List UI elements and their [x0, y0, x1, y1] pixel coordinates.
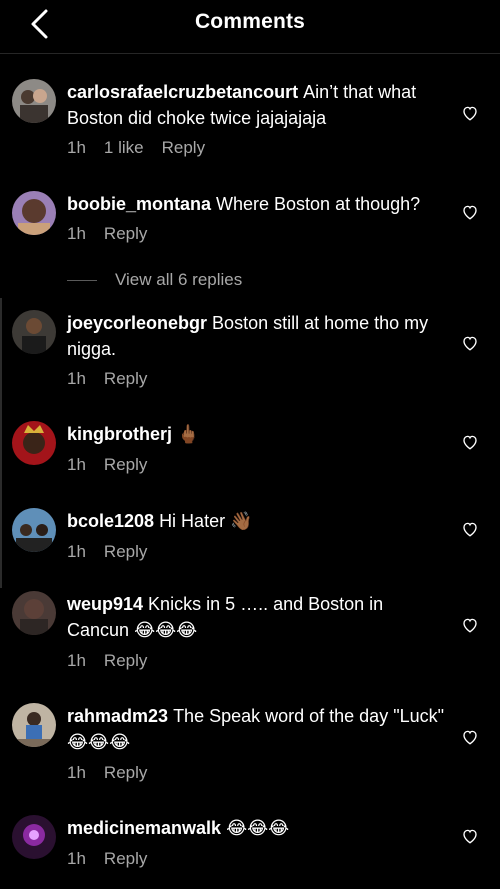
comment-time: 1h	[67, 849, 86, 868]
comment-username[interactable]: rahmadm23	[67, 706, 168, 726]
comment-time: 1h	[67, 542, 86, 561]
avatar[interactable]	[12, 310, 56, 354]
comment-text: The Speak word of the day "Luck"	[173, 706, 444, 726]
comment-username[interactable]: boobie_montana	[67, 194, 211, 214]
comment-body: weup914 Knicks in 5 ….. and Boston in Can…	[67, 591, 447, 672]
comment-body: bcole1208 Hi Hater 👋🏾 1h Reply	[67, 508, 447, 563]
heart-icon[interactable]	[461, 433, 479, 451]
comment-time: 1h	[67, 763, 86, 782]
heart-icon[interactable]	[461, 728, 479, 746]
comment-username[interactable]: weup914	[67, 594, 143, 614]
comment-time: 1h	[67, 651, 86, 670]
comment-body: medicinemanwalk 😂😂😂 1h Reply	[67, 815, 447, 870]
comment-username[interactable]: kingbrotherj	[67, 424, 172, 444]
comment-meta: 1h Reply	[67, 223, 447, 245]
reply-button[interactable]: Reply	[162, 137, 205, 159]
comment-likes[interactable]: 1 like	[104, 137, 144, 159]
comment-body: kingbrotherj 🖕🏾 1h Reply	[67, 421, 447, 476]
heart-icon[interactable]	[461, 616, 479, 634]
heart-icon[interactable]	[461, 104, 479, 122]
comment-body: rahmadm23 The Speak word of the day "Luck…	[67, 703, 447, 784]
comment-body: boobie_montana Where Boston at though? 1h…	[67, 191, 447, 245]
comment-item: kingbrotherj 🖕🏾 1h Reply	[0, 421, 500, 481]
comment-time: 1h	[67, 138, 86, 157]
reply-button[interactable]: Reply	[104, 454, 147, 476]
comment-username[interactable]: medicinemanwalk	[67, 818, 221, 838]
avatar[interactable]	[12, 508, 56, 552]
reply-button[interactable]: Reply	[104, 762, 147, 784]
comment-text: Where Boston at though?	[216, 194, 421, 214]
comment-item: joeycorleonebgr Boston still at home tho …	[0, 310, 500, 396]
comment-username[interactable]: joeycorleonebgr	[67, 313, 207, 333]
comment-emoji: 👋🏾	[230, 511, 253, 532]
comment-emoji: 😂😂😂	[134, 620, 198, 641]
comment-text: Hi Hater	[159, 511, 226, 531]
reply-button[interactable]: Reply	[104, 848, 147, 870]
avatar[interactable]	[12, 191, 56, 235]
page-title: Comments	[194, 10, 306, 33]
comment-item: medicinemanwalk 😂😂😂 1h Reply	[0, 815, 500, 875]
avatar[interactable]	[12, 591, 56, 635]
comment-username[interactable]: bcole1208	[67, 511, 154, 531]
heart-icon[interactable]	[461, 334, 479, 352]
comment-emoji: 😂😂😂	[67, 732, 131, 753]
comment-body: joeycorleonebgr Boston still at home tho …	[67, 310, 447, 390]
comment-item: bcole1208 Hi Hater 👋🏾 1h Reply	[0, 508, 500, 568]
comment-item: boobie_montana Where Boston at though? 1h…	[0, 191, 500, 251]
heart-icon[interactable]	[461, 520, 479, 538]
reply-button[interactable]: Reply	[104, 223, 147, 245]
comment-time: 1h	[67, 369, 86, 388]
heart-icon[interactable]	[461, 827, 479, 845]
avatar[interactable]	[12, 703, 56, 747]
comment-meta: 1h Reply	[67, 762, 447, 784]
divider	[67, 279, 97, 281]
view-replies-label: View all 6 replies	[115, 270, 243, 289]
comment-meta: 1h Reply	[67, 368, 447, 390]
comment-time: 1h	[67, 455, 86, 474]
reply-button[interactable]: Reply	[104, 368, 147, 390]
avatar[interactable]	[12, 421, 56, 465]
heart-icon[interactable]	[461, 203, 479, 221]
comment-body: carlosrafaelcruzbetancourt Ain’t that wha…	[67, 79, 447, 159]
header-bar: Comments	[0, 0, 500, 54]
reply-button[interactable]: Reply	[104, 541, 147, 563]
comment-item: carlosrafaelcruzbetancourt Ain’t that wha…	[0, 79, 500, 165]
comment-item: rahmadm23 The Speak word of the day "Luck…	[0, 703, 500, 789]
view-replies-link[interactable]: View all 6 replies	[67, 269, 242, 291]
avatar[interactable]	[12, 815, 56, 859]
comment-item: weup914 Knicks in 5 ….. and Boston in Can…	[0, 591, 500, 677]
comment-meta: 1h 1 like Reply	[67, 137, 447, 159]
comment-meta: 1h Reply	[67, 848, 447, 870]
avatar[interactable]	[12, 79, 56, 123]
comment-time: 1h	[67, 224, 86, 243]
reply-button[interactable]: Reply	[104, 650, 147, 672]
comment-emoji: 🖕🏾	[177, 424, 200, 445]
comment-emoji: 😂😂😂	[226, 818, 290, 839]
comment-meta: 1h Reply	[67, 454, 447, 476]
comment-meta: 1h Reply	[67, 541, 447, 563]
comment-username[interactable]: carlosrafaelcruzbetancourt	[67, 82, 298, 102]
comment-meta: 1h Reply	[67, 650, 447, 672]
